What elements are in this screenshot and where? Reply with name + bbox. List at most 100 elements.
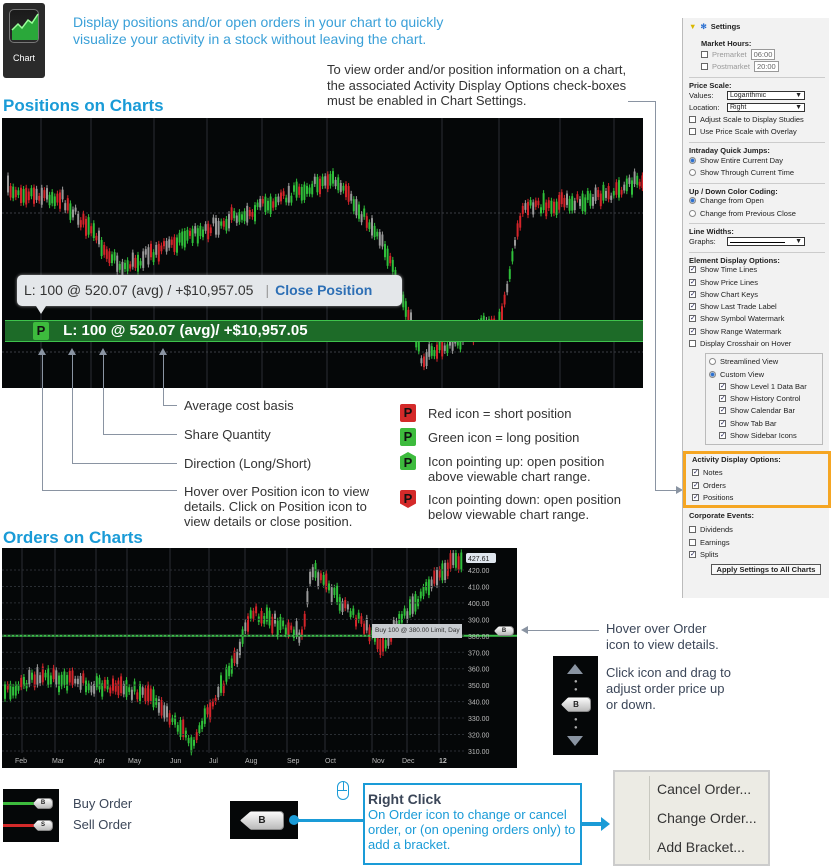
checkbox[interactable]: ✓ [689,266,696,274]
from-close-radio[interactable] [689,209,696,217]
chart-app-label: Chart [12,53,35,63]
checkbox[interactable] [689,538,696,546]
element-option[interactable]: ✓ Show Price Lines [689,276,825,288]
element-option[interactable]: ✓ Show Range Watermark [689,325,825,337]
checkbox[interactable]: ✓ [692,481,699,489]
element-option[interactable]: ✓ Show Chart Keys [689,288,825,300]
corporate-event-option[interactable]: Earnings [689,536,825,548]
candle-body [597,190,600,198]
close-position-link[interactable]: Close Position [275,282,372,298]
callout-direction: Direction (Long/Short) [184,456,312,471]
checkbox[interactable]: ✓ [719,419,726,427]
candle-body [251,211,254,217]
right-click-callout: Right Click On Order icon to change or c… [363,783,582,865]
corporate-event-option[interactable]: Dividends [689,524,825,536]
menu-item-change-order[interactable]: Change Order... [657,810,757,826]
apply-all-charts-button[interactable]: Apply Settings to All Charts [711,563,821,575]
candle-body [293,185,295,192]
checkbox[interactable]: ✓ [689,550,696,558]
position-icon[interactable]: P [33,322,49,341]
order-icon[interactable]: B [240,811,284,830]
price-tick-label: 360.00 [468,667,490,674]
element-option[interactable]: Display Crosshair on Hover [689,337,825,349]
candle-body [255,606,258,614]
orders-title: Orders on Charts [3,528,143,547]
checkbox-label: Show Chart Keys [700,289,758,299]
checkbox[interactable] [689,526,696,534]
callout-line [42,354,43,491]
activity-option-orders[interactable]: ✓ Orders [692,479,822,491]
premarket-time-input[interactable]: 06:00 [750,48,776,60]
postmarket-checkbox[interactable] [701,63,708,71]
candle-body [209,702,212,720]
entire-day-radio[interactable] [689,156,696,164]
candle-body [244,622,247,632]
graphs-select[interactable]: ▼ [727,236,805,246]
drag-order-widget: ● ● B ● ● [553,656,598,755]
candle-body [201,720,204,730]
corporate-event-option[interactable]: ✓ Splits [689,548,825,560]
activity-option-positions[interactable]: ✓ Positions [692,491,822,503]
checkbox[interactable]: ✓ [689,278,696,286]
orders-chart[interactable]: 427.61 420.00 410.00 400.00 390.00 380.00 370.… [2,548,517,768]
through-time-radio[interactable] [689,169,696,177]
custom-radio[interactable] [709,370,716,378]
candle-body [150,243,152,258]
candle-body [298,186,301,195]
month-tick-label: Dec [402,758,415,765]
checkbox[interactable]: ✓ [692,493,699,501]
candle-body [419,591,422,599]
menu-item-cancel-order[interactable]: Cancel Order... [657,781,751,797]
checkbox[interactable]: ✓ [689,303,696,311]
candle-body [446,562,449,577]
custom-view-option[interactable]: ✓ Show History Control [719,393,819,405]
values-select[interactable]: Logarithmic ▼ [727,90,805,100]
checkbox[interactable]: ✓ [689,290,696,298]
candle-body [272,201,275,208]
candle-body [409,599,411,616]
candle-body [506,283,509,293]
checkbox[interactable]: ✓ [689,315,696,323]
candle-body [411,596,414,614]
candle-body [623,184,626,191]
from-open-radio[interactable] [689,197,696,205]
month-tick-label: Mar [52,758,65,765]
checkbox[interactable]: ✓ [719,407,726,415]
element-option[interactable]: ✓ Show Time Lines [689,264,825,276]
premarket-checkbox[interactable] [701,50,708,58]
element-option[interactable]: ✓ Show Last Trade Label [689,300,825,312]
checkbox[interactable]: ✓ [719,395,726,403]
custom-view-option[interactable]: ✓ Show Tab Bar [719,417,819,429]
streamlined-radio[interactable] [709,358,716,366]
overlay-checkbox[interactable] [689,128,696,136]
menu-item-add-bracket[interactable]: Add Bracket... [657,839,745,855]
position-above-icon: P [400,452,416,470]
chart-app-icon[interactable]: Chart [3,3,45,78]
location-select[interactable]: Right ▼ [727,102,805,112]
candle-body [460,552,463,570]
activity-option-notes[interactable]: ✓ Notes [692,467,822,479]
element-option[interactable]: ✓ Show Symbol Watermark [689,313,825,325]
candle-body [14,684,17,696]
checkbox[interactable]: ✓ [719,432,726,440]
adjust-scale-checkbox[interactable] [689,116,696,124]
candle-body [373,225,376,238]
custom-view-option[interactable]: ✓ Show Level 1 Data Bar [719,380,819,392]
collapse-triangle-icon[interactable]: ▼ [689,22,696,31]
postmarket-time-input[interactable]: 20:00 [753,61,779,73]
legend-red-icon: P [400,404,416,422]
checkbox[interactable]: ✓ [689,327,696,335]
checkbox[interactable]: ✓ [719,382,726,390]
candle-body [576,194,579,200]
custom-view-option[interactable]: ✓ Show Sidebar Icons [719,429,819,441]
position-bar-text: L: 100 @ 520.07 (avg)/ +$10,957.05 [63,322,308,339]
custom-view-option[interactable]: ✓ Show Calendar Bar [719,405,819,417]
checkbox[interactable]: ✓ [692,469,699,477]
position-bar[interactable]: P L: 100 @ 520.07 (avg)/ +$10,957.05 [5,320,643,342]
candle-body [527,201,529,216]
menu-divider [649,776,650,860]
draggable-order-icon[interactable]: B [561,697,591,712]
candle-body [25,187,28,205]
checkbox[interactable] [689,339,696,347]
values-label: Values: [689,90,714,100]
